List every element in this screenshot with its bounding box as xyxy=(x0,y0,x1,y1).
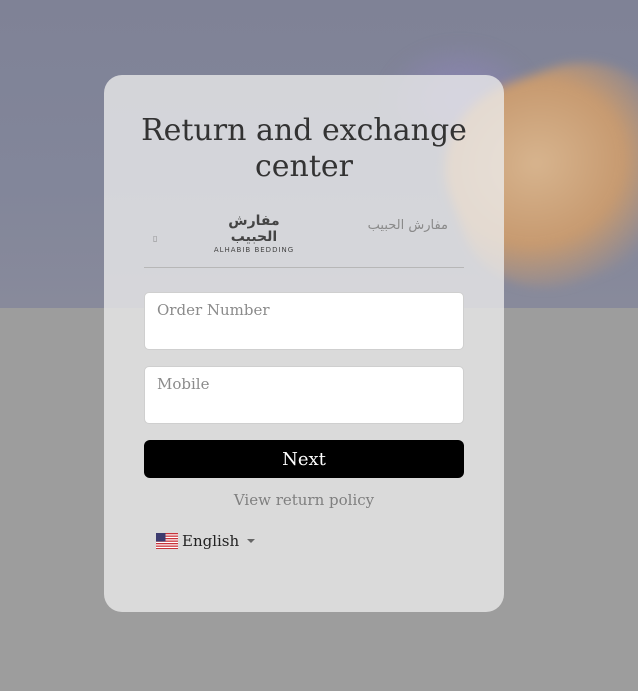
mobile-input[interactable] xyxy=(145,367,463,423)
language-selector[interactable]: English xyxy=(156,531,256,551)
us-flag-icon xyxy=(156,533,178,549)
logo-arabic-text: مفارش الحبيب xyxy=(228,213,280,245)
tab-marker[interactable]: ▯ xyxy=(153,234,157,243)
alhabib-bedding-logo[interactable]: مفارش الحبيب ALHABIB BEDDING xyxy=(212,213,296,254)
page-title: Return and exchange center xyxy=(141,113,467,184)
mobile-field[interactable]: Mobile xyxy=(144,366,464,424)
brand-tabs: ▯ مفارش الحبيب ALHABIB BEDDING مفارش الح… xyxy=(144,205,464,268)
tab-arabic-brand[interactable]: مفارش الحبيب xyxy=(368,218,448,233)
order-number-field[interactable]: Order Number xyxy=(144,292,464,350)
page: Return and exchange center ▯ مفارش الحبي… xyxy=(0,0,638,691)
order-number-input[interactable] xyxy=(145,293,463,349)
next-button[interactable]: Next xyxy=(144,440,464,478)
view-return-policy-link[interactable]: View return policy xyxy=(104,491,504,509)
language-label: English xyxy=(182,532,240,550)
return-exchange-card: Return and exchange center ▯ مفارش الحبي… xyxy=(104,75,504,612)
chevron-down-icon xyxy=(247,539,256,543)
logo-english-text: ALHABIB BEDDING xyxy=(213,246,295,254)
